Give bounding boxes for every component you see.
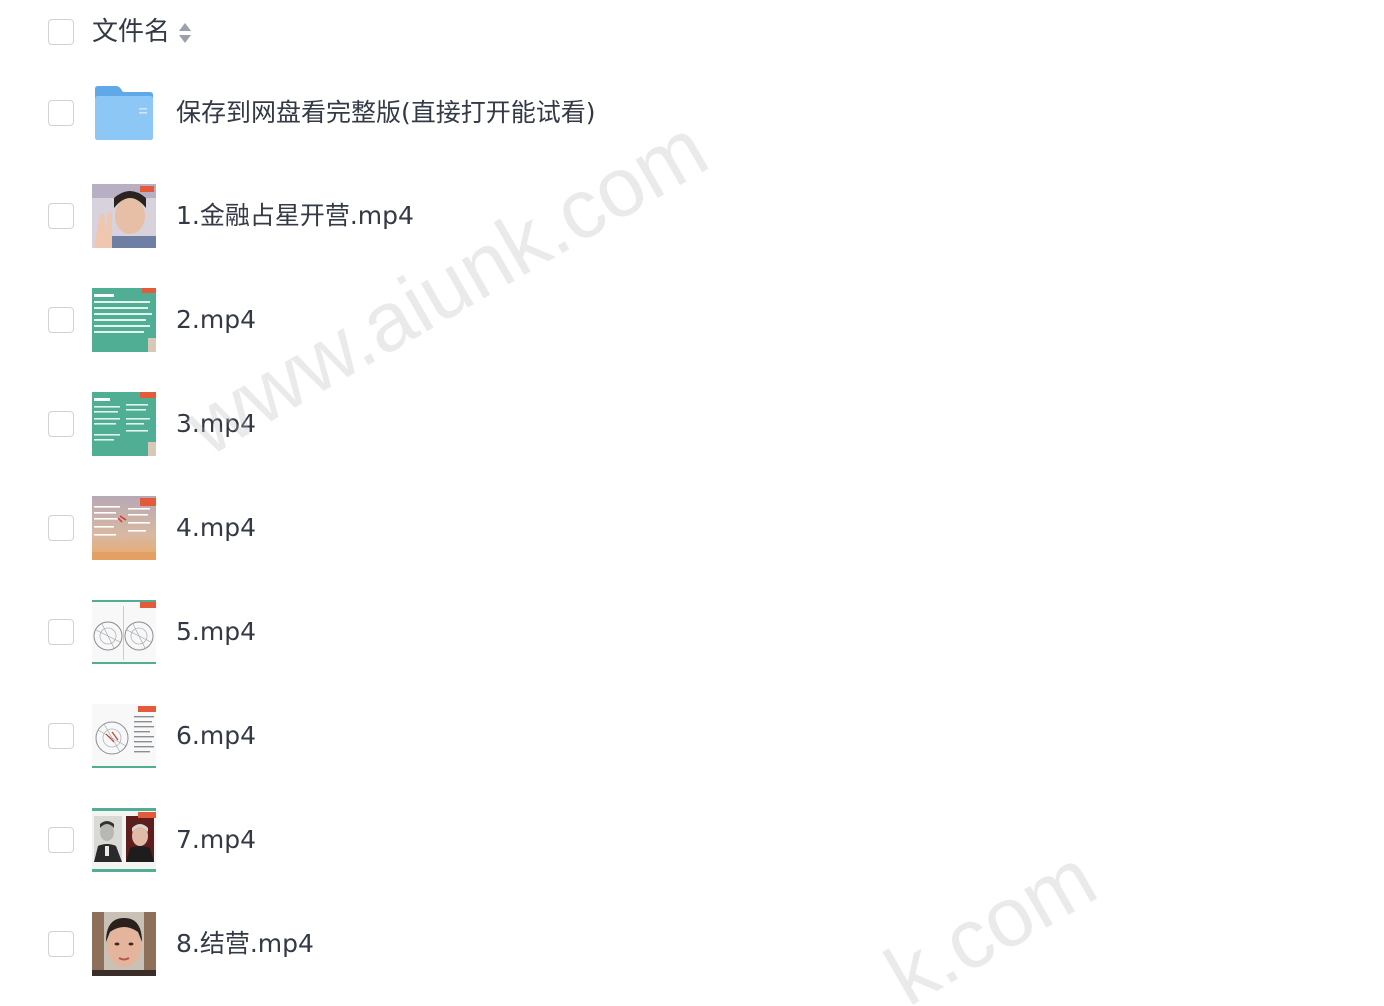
file-row[interactable]: 保存到网盘看完整版(直接打开能试看) [0,61,1384,165]
row-checkbox[interactable] [48,203,74,229]
video-thumbnail [92,496,156,560]
row-checkbox[interactable] [48,827,74,853]
file-name[interactable]: 6.mp4 [176,717,256,755]
file-list-header: 文件名 [0,0,1384,66]
file-row[interactable]: 4.mp4 [0,476,1384,580]
row-checkbox[interactable] [48,100,74,126]
folder-icon [92,81,156,145]
file-list-page: 文件名 保存到网盘看完整版(直接打开能试看) 1.金融占星开营.mp4 2.mp… [0,0,1384,1006]
video-thumbnail [92,704,156,768]
file-row[interactable]: 5.mp4 [0,580,1384,684]
filename-column-header[interactable]: 文件名 [92,14,170,50]
video-thumbnail [92,392,156,456]
row-checkbox[interactable] [48,307,74,333]
file-row[interactable]: 8.结营.mp4 [0,892,1384,996]
file-name[interactable]: 1.金融占星开营.mp4 [176,197,414,235]
file-name[interactable]: 4.mp4 [176,509,256,547]
file-row[interactable]: 2.mp4 [0,268,1384,372]
file-name[interactable]: 保存到网盘看完整版(直接打开能试看) [176,94,596,132]
row-checkbox[interactable] [48,723,74,749]
file-row[interactable]: 3.mp4 [0,372,1384,476]
video-thumbnail [92,808,156,872]
file-name[interactable]: 3.mp4 [176,405,256,443]
row-checkbox[interactable] [48,411,74,437]
file-name[interactable]: 7.mp4 [176,821,256,859]
sort-icon[interactable] [178,21,192,45]
row-checkbox[interactable] [48,515,74,541]
video-thumbnail [92,600,156,664]
file-row[interactable]: 1.金融占星开营.mp4 [0,164,1384,268]
select-all-checkbox[interactable] [48,19,74,45]
file-name[interactable]: 8.结营.mp4 [176,925,314,963]
file-row[interactable]: 7.mp4 [0,788,1384,892]
video-thumbnail [92,288,156,352]
file-name[interactable]: 2.mp4 [176,301,256,339]
file-name[interactable]: 5.mp4 [176,613,256,651]
row-checkbox[interactable] [48,619,74,645]
row-checkbox[interactable] [48,931,74,957]
video-thumbnail [92,912,156,976]
file-row[interactable]: 6.mp4 [0,684,1384,788]
video-thumbnail [92,184,156,248]
